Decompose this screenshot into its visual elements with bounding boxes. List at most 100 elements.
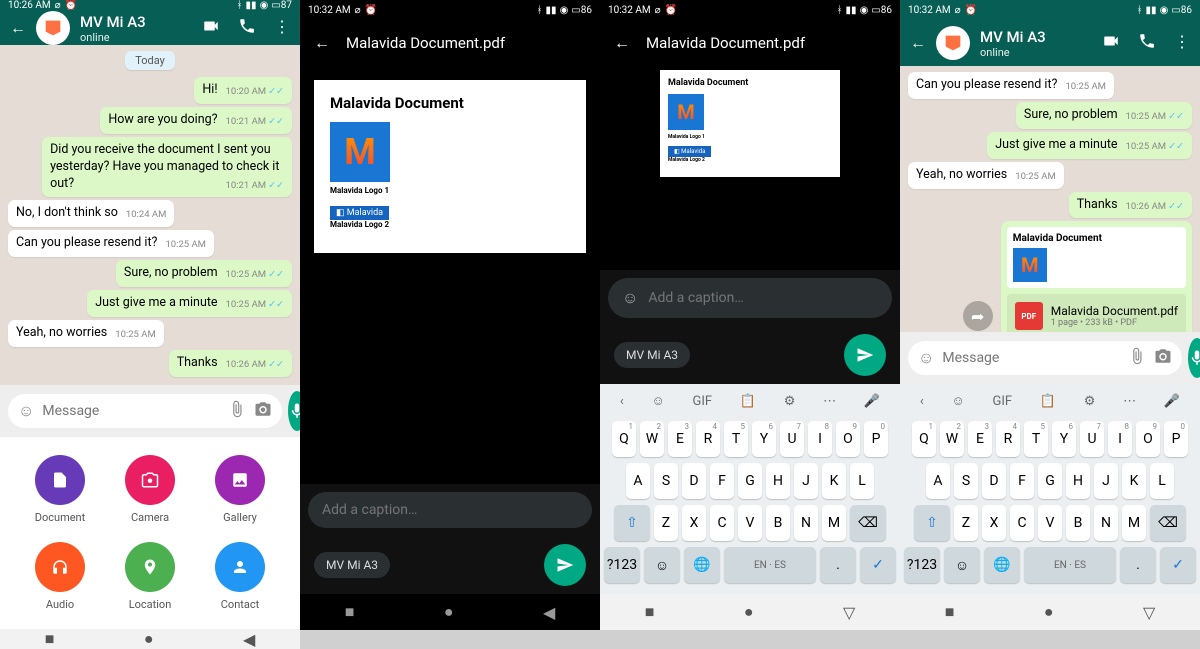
caption-input[interactable] (648, 290, 878, 306)
key-o[interactable]: O9 (1136, 421, 1160, 457)
nav-back-icon[interactable]: ◀ (543, 603, 555, 622)
mic-button[interactable] (1188, 338, 1200, 378)
key-x[interactable]: X (682, 505, 706, 541)
key-shift[interactable]: ⇧ (614, 505, 650, 541)
kb-gif-icon[interactable]: GIF (993, 394, 1013, 409)
key-i[interactable]: I8 (1108, 421, 1132, 457)
key-period[interactable]: . (1120, 547, 1156, 583)
key-a[interactable]: A (926, 463, 950, 499)
kb-collapse-icon[interactable]: ‹ (920, 394, 924, 409)
nav-recent-icon[interactable]: ■ (345, 602, 355, 622)
voice-call-icon[interactable] (238, 17, 256, 39)
key-t[interactable]: T5 (724, 421, 748, 457)
key-k[interactable]: K (822, 463, 846, 499)
nav-recent-icon[interactable]: ■ (45, 629, 55, 649)
message-sent[interactable]: Thanks10:26 AM✓✓ (1069, 192, 1192, 219)
kb-more-icon[interactable]: ⋯ (1123, 394, 1136, 409)
caption-input[interactable] (322, 502, 578, 518)
document-message[interactable]: ➦ Malavida Document M PDF Malavida Docum… (1001, 221, 1192, 332)
key-y[interactable]: Y6 (1052, 421, 1076, 457)
message-received[interactable]: Can you please resend it?10:25 AM (8, 230, 214, 257)
pdf-page-thumbnail[interactable]: Malavida Document M Malavida Logo 1 ◧ Ma… (660, 70, 840, 177)
emoji-icon[interactable]: ☺ (918, 348, 934, 368)
key-c[interactable]: C (710, 505, 734, 541)
message-received[interactable]: Yeah, no worries10:25 AM (908, 162, 1064, 189)
key-s[interactable]: S (954, 463, 978, 499)
video-call-icon[interactable] (202, 17, 220, 39)
kb-more-icon[interactable]: ⋯ (823, 394, 836, 409)
key-c[interactable]: C (1010, 505, 1034, 541)
back-icon[interactable]: ← (314, 33, 330, 53)
key-a[interactable]: A (626, 463, 650, 499)
key-space[interactable]: EN · ES (724, 547, 816, 583)
key-s[interactable]: S (654, 463, 678, 499)
key-backspace[interactable]: ⌫ (850, 505, 886, 541)
kb-sticker-icon[interactable]: ☺ (652, 393, 665, 409)
key-symbols[interactable]: ?123 (904, 547, 940, 583)
key-w[interactable]: W2 (640, 421, 664, 457)
key-l[interactable]: L (1150, 463, 1174, 499)
key-h[interactable]: H (1066, 463, 1090, 499)
key-p[interactable]: P0 (1164, 421, 1188, 457)
message-sent[interactable]: Just give me a minute10:25 AM✓✓ (987, 132, 1192, 159)
send-button[interactable] (844, 334, 886, 376)
nav-back-icon[interactable]: ◀ (243, 630, 255, 649)
kb-gif-icon[interactable]: GIF (693, 394, 713, 409)
key-v[interactable]: V (1038, 505, 1062, 541)
nav-home-icon[interactable]: ● (144, 629, 154, 649)
key-r[interactable]: R4 (696, 421, 720, 457)
key-backspace[interactable]: ⌫ (1150, 505, 1186, 541)
attach-icon[interactable] (228, 400, 246, 422)
key-f[interactable]: F (710, 463, 734, 499)
key-shift[interactable]: ⇧ (914, 505, 950, 541)
camera-icon[interactable] (254, 400, 272, 422)
video-call-icon[interactable] (1102, 32, 1120, 54)
message-sent[interactable]: Thanks10:26 AM✓✓ (169, 350, 292, 377)
contact-avatar[interactable] (36, 11, 70, 45)
key-period[interactable]: . (820, 547, 856, 583)
key-r[interactable]: R4 (996, 421, 1020, 457)
kb-sticker-icon[interactable]: ☺ (952, 393, 965, 409)
message-received[interactable]: No, I don't think so10:24 AM (8, 200, 174, 227)
attach-camera[interactable]: Camera (110, 455, 190, 524)
emoji-icon[interactable]: ☺ (622, 288, 638, 308)
key-m[interactable]: M (822, 505, 846, 541)
kb-collapse-icon[interactable]: ‹ (620, 394, 624, 409)
key-w[interactable]: W2 (940, 421, 964, 457)
key-enter[interactable]: ✓ (860, 547, 896, 583)
send-button[interactable] (544, 544, 586, 586)
message-sent[interactable]: Sure, no problem10:25 AM✓✓ (116, 260, 292, 287)
contact-avatar[interactable] (936, 26, 970, 60)
key-z[interactable]: Z (954, 505, 978, 541)
recipient-chip[interactable]: MV Mi A3 (614, 342, 690, 368)
kb-settings-icon[interactable]: ⚙ (1084, 394, 1096, 409)
key-x[interactable]: X (982, 505, 1006, 541)
key-o[interactable]: O9 (836, 421, 860, 457)
message-sent[interactable]: How are you doing?10:21 AM✓✓ (100, 107, 292, 134)
message-sent[interactable]: Did you receive the document I sent you … (42, 137, 292, 198)
doc-file-row[interactable]: PDF Malavida Document.pdf 1 page • 233 k… (1007, 294, 1186, 332)
key-q[interactable]: Q1 (912, 421, 936, 457)
key-n[interactable]: N (794, 505, 818, 541)
key-e[interactable]: E3 (968, 421, 992, 457)
key-j[interactable]: J (794, 463, 818, 499)
key-d[interactable]: D (682, 463, 706, 499)
key-p[interactable]: P0 (864, 421, 888, 457)
forward-icon[interactable]: ➦ (963, 301, 993, 331)
kb-clipboard-icon[interactable]: 📋 (1040, 394, 1056, 409)
pdf-viewer[interactable]: Malavida Document M Malavida Logo 1 ◧ Ma… (300, 66, 600, 484)
key-t[interactable]: T5 (1024, 421, 1048, 457)
key-d[interactable]: D (982, 463, 1006, 499)
attach-document[interactable]: Document (20, 455, 100, 524)
chat-area[interactable]: Can you please resend it?10:25 AM Sure, … (900, 66, 1200, 332)
message-sent[interactable]: Sure, no problem10:25 AM✓✓ (1016, 102, 1192, 129)
key-emoji[interactable]: ☺ (644, 547, 680, 583)
attach-audio[interactable]: Audio (20, 542, 100, 611)
kb-mic-icon[interactable]: 🎤 (864, 394, 880, 409)
emoji-icon[interactable]: ☺ (18, 401, 34, 421)
recipient-chip[interactable]: MV Mi A3 (314, 552, 390, 578)
message-sent[interactable]: Just give me a minute10:25 AM✓✓ (87, 290, 292, 317)
key-language[interactable]: 🌐 (684, 547, 720, 583)
key-z[interactable]: Z (654, 505, 678, 541)
key-h[interactable]: H (766, 463, 790, 499)
